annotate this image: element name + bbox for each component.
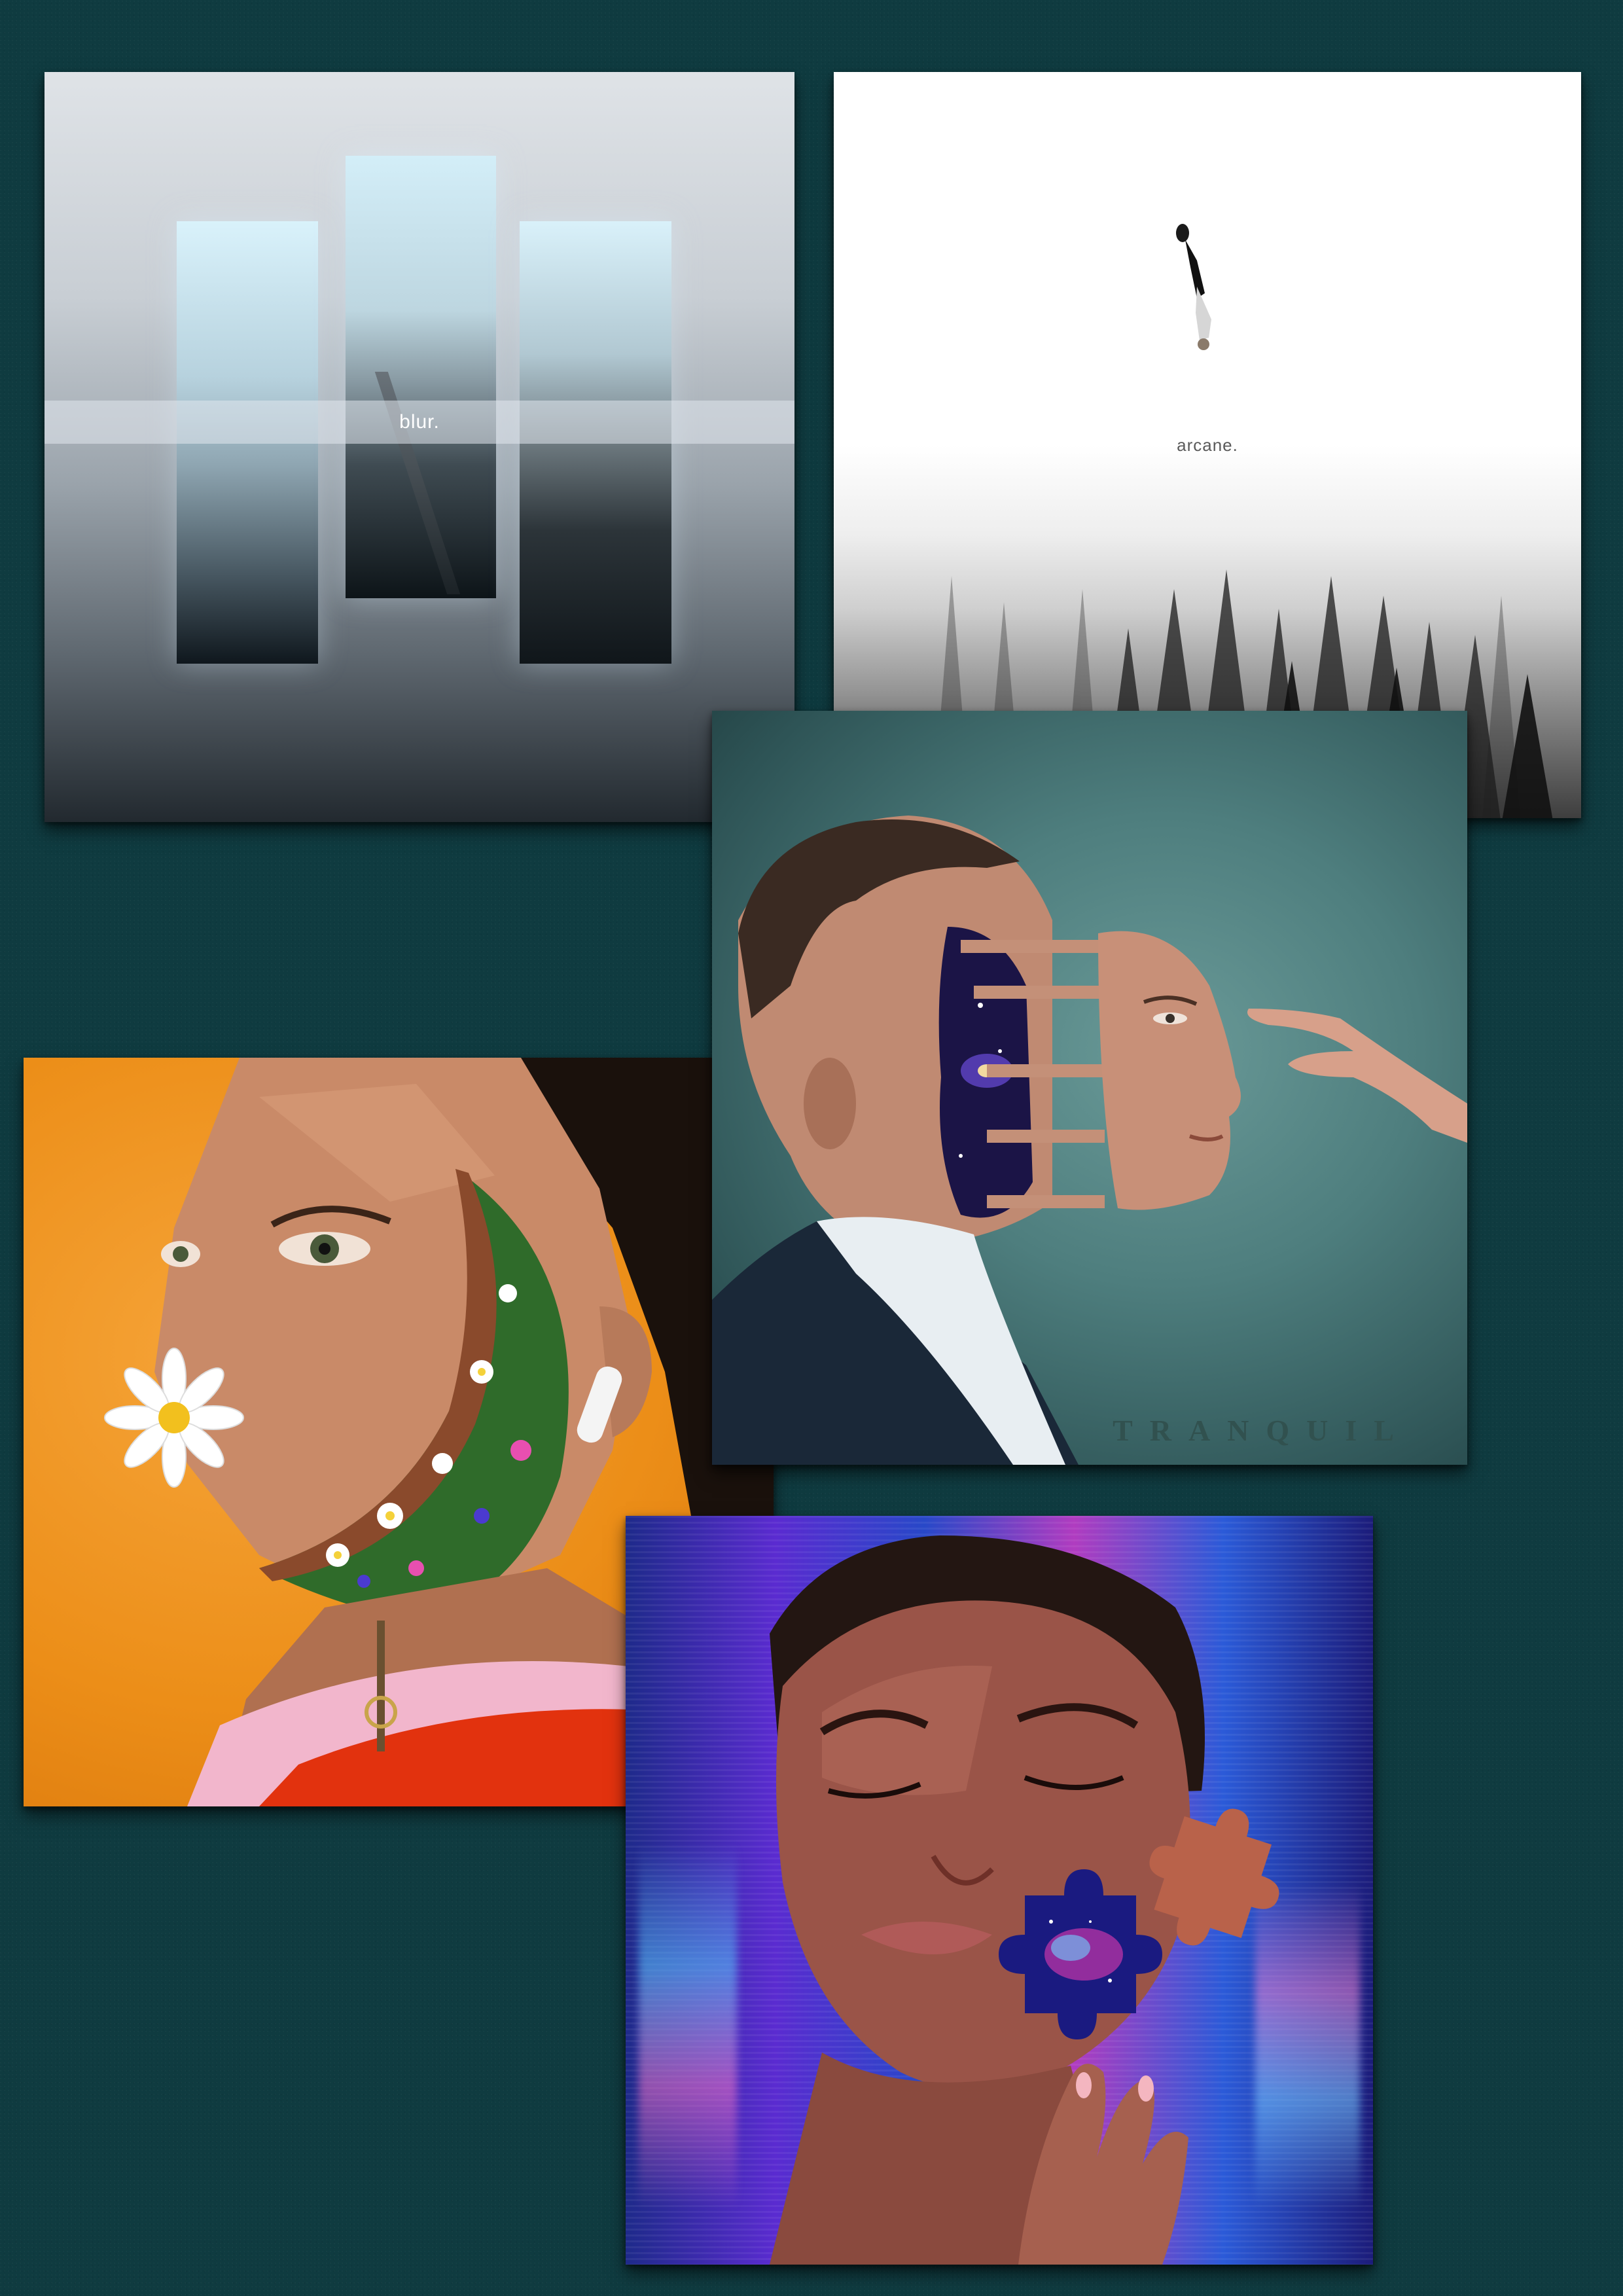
- cover-arcane: arcane.: [834, 72, 1581, 818]
- falling-figure-image: [1176, 224, 1211, 350]
- cover-blur: blur.: [45, 72, 794, 822]
- puzzle-portrait-image: [770, 1535, 1279, 2265]
- tranquil-portrait-image: [712, 816, 1467, 1465]
- cover-tranquil: TRANQUIL: [712, 711, 1467, 1465]
- cover-puzzle-face: [626, 1516, 1373, 2265]
- blur-panel-center: [346, 156, 496, 598]
- blur-title-band: blur.: [45, 401, 794, 444]
- blur-title: blur.: [399, 411, 440, 433]
- tranquil-title: TRANQUIL: [1113, 1414, 1411, 1447]
- arcane-title: arcane.: [1177, 435, 1238, 455]
